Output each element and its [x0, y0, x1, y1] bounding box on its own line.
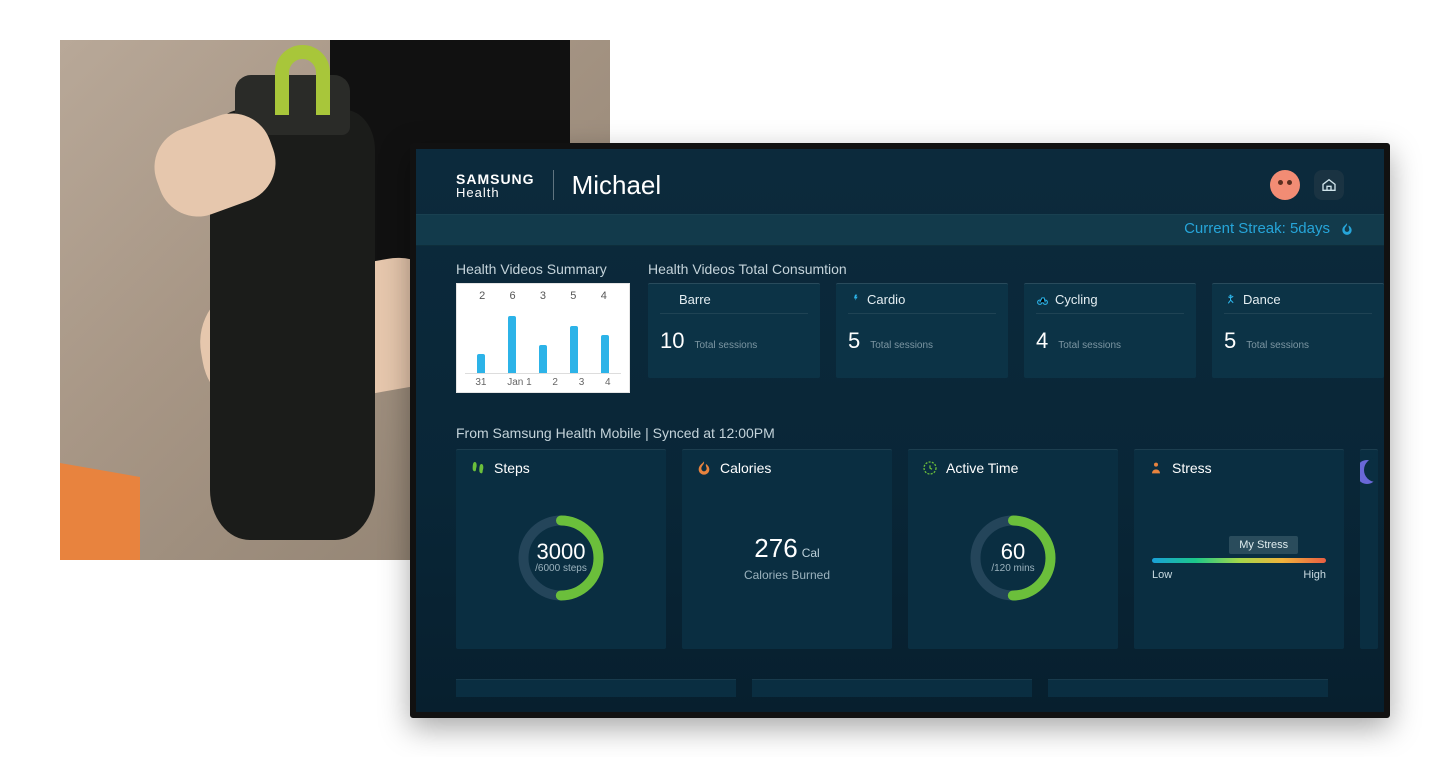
steps-goal: /6000 steps [535, 563, 587, 574]
category-card-cardio[interactable]: Cardio 5 Total sessions [836, 283, 1008, 378]
flame-icon [696, 460, 712, 476]
tv-frame: SAMSUNG Health Michael Current Streak: 5… [410, 143, 1390, 718]
chart-category-label: 4 [605, 377, 611, 388]
active-goal: /120 mins [991, 563, 1034, 574]
calories-label: Calories [720, 460, 771, 476]
chart-value-label: 5 [570, 290, 576, 302]
summary-block: Health Videos Summary 2 6 3 5 4 31 Jan 1 2 3 4 [456, 261, 630, 393]
category-sub: Total sessions [870, 340, 933, 351]
stress-bar [1152, 558, 1326, 563]
home-icon [1321, 177, 1337, 193]
chart-bar [539, 345, 547, 373]
person-icon [1148, 460, 1164, 476]
summary-chart[interactable]: 2 6 3 5 4 31 Jan 1 2 3 4 [456, 283, 630, 393]
chart-category-label: 2 [552, 377, 558, 388]
category-name: Cycling [1055, 292, 1098, 307]
active-ring: 60 /120 mins [968, 513, 1058, 603]
stress-low: Low [1152, 569, 1172, 581]
category-count: 5 [848, 328, 860, 354]
stress-label: Stress [1172, 460, 1212, 476]
dance-icon [1224, 293, 1237, 306]
brand-line1: SAMSUNG [456, 172, 535, 186]
consumption-title: Health Videos Total Consumtion [648, 261, 1384, 277]
cardio-icon [848, 293, 861, 306]
screen: SAMSUNG Health Michael Current Streak: 5… [416, 149, 1384, 712]
active-value: 60 [1001, 541, 1025, 563]
metric-sleep-peek[interactable] [1360, 449, 1378, 649]
content: Health Videos Summary 2 6 3 5 4 31 Jan 1 2 3 4 H… [456, 261, 1384, 712]
stress-high: High [1303, 569, 1326, 581]
chart-value-label: 4 [601, 290, 607, 302]
category-count: 10 [660, 328, 684, 354]
summary-title: Health Videos Summary [456, 261, 630, 277]
calories-sub: Calories Burned [744, 568, 830, 582]
category-name: Cardio [867, 292, 905, 307]
cycling-icon [1036, 293, 1049, 306]
stage: SAMSUNG Health Michael Current Streak: 5… [0, 0, 1440, 757]
chart-value-label: 6 [510, 290, 516, 302]
chart-bar [477, 354, 485, 373]
streak: Current Streak: 5days [1184, 220, 1354, 237]
calories-value: 276 [754, 533, 797, 563]
calories-unit: Cal [802, 546, 820, 560]
active-label: Active Time [946, 460, 1018, 476]
bottom-stubs [456, 679, 1384, 697]
steps-icon [470, 460, 486, 476]
user-name: Michael [572, 170, 662, 201]
metric-steps[interactable]: Steps 3000 /6000 steps [456, 449, 666, 649]
stub-card[interactable] [752, 679, 1032, 697]
stub-card[interactable] [456, 679, 736, 697]
clock-icon [922, 460, 938, 476]
metric-active[interactable]: Active Time 60 /120 mins [908, 449, 1118, 649]
brand-logo: SAMSUNG Health [456, 172, 535, 199]
category-sub: Total sessions [694, 340, 757, 351]
avatar[interactable] [1270, 170, 1300, 200]
category-sub: Total sessions [1246, 340, 1309, 351]
flame-icon [1340, 222, 1354, 236]
chart-bar [601, 335, 609, 373]
category-name: Barre [679, 292, 711, 307]
chart-value-label: 3 [540, 290, 546, 302]
chart-bar [508, 316, 516, 373]
header: SAMSUNG Health Michael [456, 163, 1344, 207]
stub-card[interactable] [1048, 679, 1328, 697]
chart-category-label: 3 [579, 377, 585, 388]
steps-label: Steps [494, 460, 530, 476]
category-name: Dance [1243, 292, 1281, 307]
chart-value-label: 2 [479, 290, 485, 302]
consumption-block: Health Videos Total Consumtion Barre 10 To… [648, 261, 1384, 378]
metric-calories[interactable]: Calories 276 Cal Calories Burned [682, 449, 892, 649]
barre-icon [660, 293, 673, 306]
brand-line2: Health [456, 186, 535, 199]
chart-category-label: Jan 1 [507, 377, 531, 388]
chart-bar [570, 326, 578, 373]
category-card-barre[interactable]: Barre 10 Total sessions [648, 283, 820, 378]
steps-ring: 3000 /6000 steps [516, 513, 606, 603]
sync-text: From Samsung Health Mobile | Synced at 1… [456, 425, 1384, 441]
category-card-dance[interactable]: Dance 5 Total sessions [1212, 283, 1384, 378]
category-card-cycling[interactable]: Cycling 4 Total sessions [1024, 283, 1196, 378]
category-sub: Total sessions [1058, 340, 1121, 351]
metric-row: Steps 3000 /6000 steps [456, 449, 1384, 649]
header-divider [553, 170, 554, 200]
stress-badge: My Stress [1229, 536, 1298, 554]
moon-icon [1360, 460, 1378, 484]
category-count: 5 [1224, 328, 1236, 354]
home-button[interactable] [1314, 170, 1344, 200]
chart-category-label: 31 [475, 377, 486, 388]
category-count: 4 [1036, 328, 1048, 354]
steps-value: 3000 [537, 541, 586, 563]
streak-label: Current Streak: 5days [1184, 220, 1330, 237]
metric-stress[interactable]: Stress My Stress Low High [1134, 449, 1344, 649]
